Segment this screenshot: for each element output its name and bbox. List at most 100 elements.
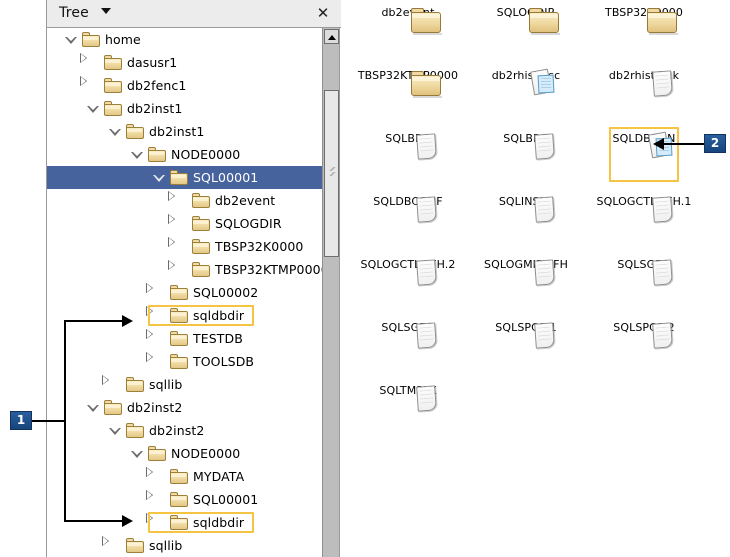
triangle-down-icon[interactable]: [153, 174, 165, 182]
tree-item-testdb[interactable]: TESTDB: [47, 327, 324, 350]
tree-item-home[interactable]: home: [47, 28, 324, 51]
folder-icon: [148, 147, 166, 162]
file-label: SQLOGDIR: [496, 6, 556, 19]
triangle-down-icon[interactable]: [131, 450, 143, 458]
tree-item-label: db2inst1: [149, 124, 205, 139]
tree-item-tbsp32ktmp0000[interactable]: TBSP32KTMP0000: [47, 258, 324, 281]
file-label: SQLINSLK: [498, 195, 554, 208]
tree-item-sqlogdir[interactable]: SQLOGDIR: [47, 212, 324, 235]
tree-item-node0000[interactable]: NODE0000: [47, 442, 324, 465]
folder-icon: [192, 239, 210, 254]
file-item-sqlbp-2[interactable]: SQLBP.2: [471, 130, 581, 160]
file-label: SQLOGCTL.LFH.2: [360, 258, 456, 271]
callout-1-arrow-top: [122, 315, 133, 327]
tree-item-sqldbdir[interactable]: sqldbdir: [47, 304, 324, 327]
folder-icon: [104, 101, 122, 116]
tree-item-label: db2fenc1: [127, 78, 187, 93]
file-item-sqldbconf[interactable]: SQLDBCONF: [353, 193, 463, 223]
file-item-db2rhist-bak[interactable]: db2rhist.bak: [589, 67, 699, 97]
tree-item-db2inst1[interactable]: db2inst1: [47, 97, 324, 120]
file-item-db2event[interactable]: db2event: [353, 4, 463, 35]
folder-icon: [192, 216, 210, 231]
file-item-sqlogctl-lfh-2[interactable]: SQLOGCTL.LFH.2: [353, 256, 463, 286]
file-item-sqlspcs-2[interactable]: SQLSPCS.2: [589, 319, 699, 349]
folder-icon: [192, 262, 210, 277]
file-label: SQLOGMIR.LFH: [484, 258, 568, 271]
file-label: SQLSPCS.2: [613, 321, 675, 334]
file-item-sqlinslk[interactable]: SQLINSLK: [471, 193, 581, 223]
tree-item-label: db2inst2: [149, 423, 205, 438]
scroll-up-button[interactable]: [324, 29, 339, 44]
tree-scrollbar[interactable]: [322, 28, 339, 557]
file-item-sqlsgf-1[interactable]: SQLSGF.1: [589, 256, 699, 286]
file-label: SQLSGF.1: [617, 258, 671, 271]
file-item-sqlbp-1[interactable]: SQLBP.1: [353, 130, 463, 160]
file-item-sqlspcs-1[interactable]: SQLSPCS.1: [471, 319, 581, 349]
callout-1-arrow-bottom: [122, 515, 133, 527]
tree-rows-container: home dasusr1 db2fenc1 db2inst1 db2inst1 NODE0…: [47, 28, 324, 557]
folder-icon: [104, 400, 122, 415]
tree-item-sqllib[interactable]: sqllib: [47, 534, 324, 557]
tree-item-db2fenc1[interactable]: db2fenc1: [47, 74, 324, 97]
tree-item-node0000[interactable]: NODE0000: [47, 143, 324, 166]
file-item-tbsp32k0000[interactable]: TBSP32K0000: [589, 4, 699, 35]
tree-item-toolsdb[interactable]: TOOLSDB: [47, 350, 324, 373]
tree-item-sqldbdir[interactable]: sqldbdir: [47, 511, 324, 534]
tree-item-dasusr1[interactable]: dasusr1: [47, 51, 324, 74]
file-item-sqlogdir[interactable]: SQLOGDIR: [471, 4, 581, 35]
triangle-down-icon[interactable]: [131, 151, 143, 159]
file-label: db2rhist.asc: [491, 69, 561, 82]
tree-item-label: dasusr1: [127, 55, 178, 70]
callout-1-branch-bottom: [64, 520, 124, 522]
folder-icon: [104, 55, 122, 70]
tree-item-db2inst1[interactable]: db2inst1: [47, 120, 324, 143]
triangle-down-icon[interactable]: [65, 36, 77, 44]
tree-title-label: Tree: [59, 5, 89, 21]
file-item-sqlogctl-lfh-1[interactable]: SQLOGCTL.LFH.1: [589, 193, 699, 223]
tree-item-label: TESTDB: [193, 331, 243, 346]
tree-item-label: db2event: [215, 193, 276, 208]
folder-icon: [170, 469, 188, 484]
folder-icon: [126, 538, 144, 553]
triangle-down-icon[interactable]: [87, 404, 99, 412]
tree-item-label: MYDATA: [193, 469, 245, 484]
tree-item-sql00001[interactable]: SQL00001: [47, 166, 324, 189]
folder-icon: [126, 423, 144, 438]
folder-icon: [192, 193, 210, 208]
triangle-down-icon[interactable]: [109, 427, 121, 435]
tree-item-db2event[interactable]: db2event: [47, 189, 324, 212]
file-item-sqltmplk[interactable]: SQLTMPLK: [353, 382, 463, 412]
folder-icon: [82, 32, 100, 47]
tree-item-sql00002[interactable]: SQL00002: [47, 281, 324, 304]
tree-item-sqllib[interactable]: sqllib: [47, 373, 324, 396]
tree-item-db2inst2[interactable]: db2inst2: [47, 396, 324, 419]
close-icon[interactable]: ✕: [314, 4, 332, 22]
chevron-down-icon[interactable]: [101, 8, 111, 14]
highlight-outline: [148, 512, 254, 533]
tree-item-mydata[interactable]: MYDATA: [47, 465, 324, 488]
tree-item-db2inst2[interactable]: db2inst2: [47, 419, 324, 442]
triangle-down-icon[interactable]: [109, 128, 121, 136]
file-label: SQLSPCS.1: [495, 321, 557, 334]
callout-1-branch-top: [64, 320, 124, 322]
tree-item-tbsp32k0000[interactable]: TBSP32K0000: [47, 235, 324, 258]
tree-item-sql00001[interactable]: SQL00001: [47, 488, 324, 511]
folder-icon: [126, 124, 144, 139]
file-label: db2rhist.bak: [608, 69, 680, 82]
file-item-db2rhist-asc[interactable]: db2rhist.asc: [471, 67, 581, 96]
triangle-down-icon[interactable]: [87, 105, 99, 113]
file-item-tbsp32ktmp0000[interactable]: TBSP32KTMP0000: [353, 67, 463, 98]
file-label: SQLBP.2: [503, 132, 549, 145]
callout-2-arrow: [653, 138, 664, 150]
file-item-sqlsgf-2[interactable]: SQLSGF.2: [353, 319, 463, 349]
scrollbar-thumb[interactable]: [324, 90, 339, 257]
file-list-pane: db2event SQLOGDIR TBSP32K0000 TBSP32KTMP000…: [341, 0, 730, 557]
callout-badge-1: 1: [10, 411, 32, 430]
file-label: SQLDBCONF: [373, 195, 443, 208]
file-item-sqlogmir-lfh[interactable]: SQLOGMIR.LFH: [471, 256, 581, 286]
tree-item-label: db2inst1: [127, 101, 183, 116]
folder-icon: [170, 170, 188, 185]
callout-2-line: [664, 143, 704, 145]
tree-item-label: TBSP32K0000: [215, 239, 304, 254]
tree-item-label: db2inst2: [127, 400, 183, 415]
